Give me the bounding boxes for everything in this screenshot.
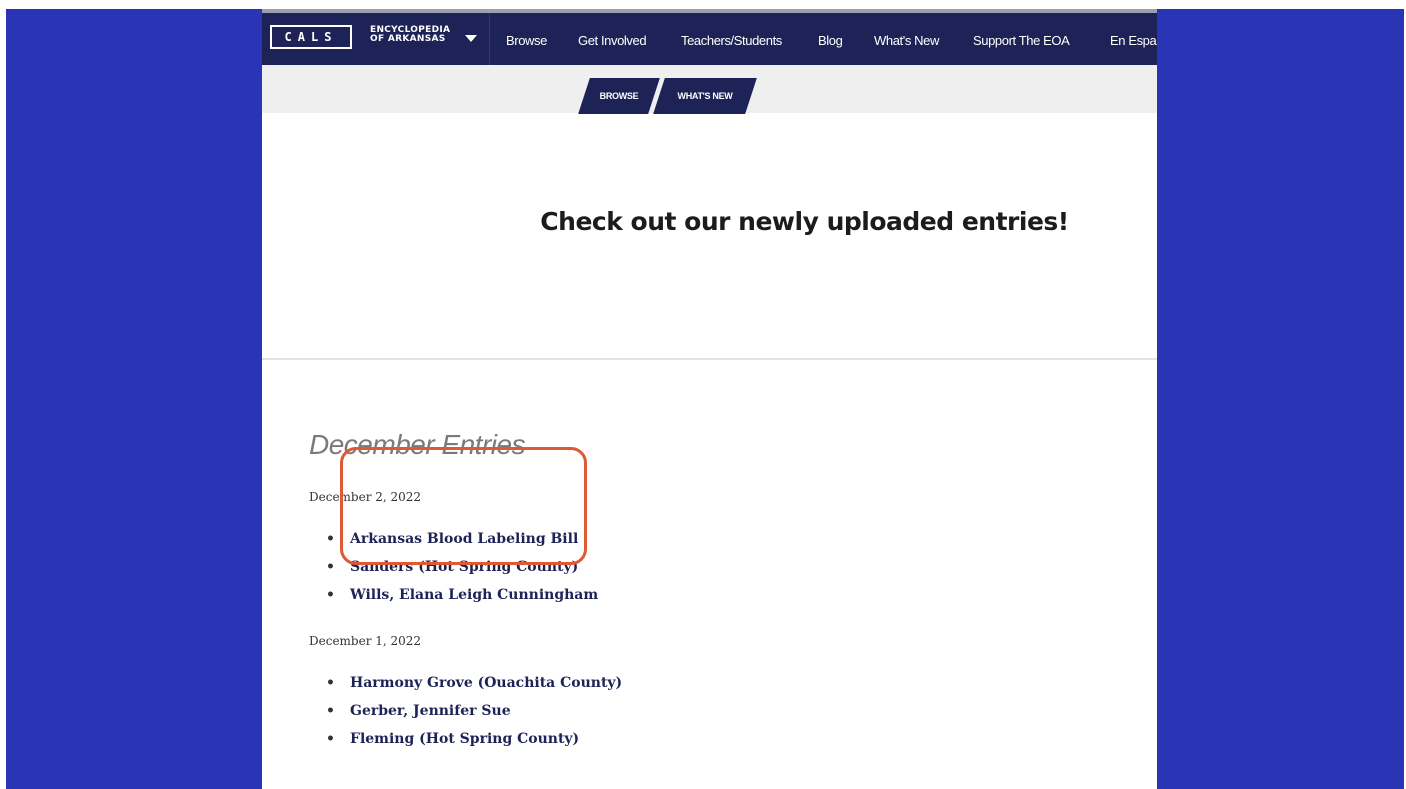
- entry-link[interactable]: Fleming (Hot Spring County): [324, 725, 622, 753]
- date-label: December 1, 2022: [309, 634, 422, 648]
- nav-browse[interactable]: Browse: [506, 33, 547, 48]
- breadcrumb-browse-label: BROWSE: [599, 91, 639, 101]
- divider: [262, 358, 1157, 360]
- breadcrumb-whats-new[interactable]: WHAT'S NEW: [653, 78, 757, 114]
- nav-en-espanol[interactable]: En Espa: [1110, 33, 1157, 48]
- breadcrumb-whats-new-label: WHAT'S NEW: [677, 91, 733, 101]
- nav-get-involved[interactable]: Get Involved: [578, 33, 647, 48]
- highlight-annotation-box: [340, 447, 587, 565]
- nav-support-the-eoa[interactable]: Support The EOA: [973, 33, 1070, 48]
- encyclopedia-logo[interactable]: ENCYCLOPEDIA OF ARKANSAS: [370, 26, 450, 44]
- website-screenshot: CALS ENCYCLOPEDIA OF ARKANSAS Browse Get…: [262, 9, 1157, 789]
- breadcrumb-browse[interactable]: BROWSE: [578, 78, 660, 114]
- top-navbar: CALS ENCYCLOPEDIA OF ARKANSAS Browse Get…: [262, 9, 1157, 65]
- entry-link[interactable]: Gerber, Jennifer Sue: [324, 697, 622, 725]
- logo-line-2: OF ARKANSAS: [370, 34, 446, 44]
- entry-list: Harmony Grove (Ouachita County) Gerber, …: [324, 669, 622, 753]
- nav-divider: [489, 13, 490, 65]
- breadcrumb: BROWSE WHAT'S NEW: [262, 65, 1157, 114]
- caret-down-icon[interactable]: [465, 35, 477, 42]
- cals-logo[interactable]: CALS: [270, 25, 352, 49]
- nav-teachers-students[interactable]: Teachers/Students: [681, 33, 782, 48]
- entry-link[interactable]: Wills, Elana Leigh Cunningham: [324, 581, 598, 609]
- page-title: Check out our newly uploaded entries!: [540, 207, 1069, 236]
- entry-link[interactable]: Harmony Grove (Ouachita County): [324, 669, 622, 697]
- nav-blog[interactable]: Blog: [818, 33, 843, 48]
- nav-whats-new[interactable]: What's New: [874, 33, 939, 48]
